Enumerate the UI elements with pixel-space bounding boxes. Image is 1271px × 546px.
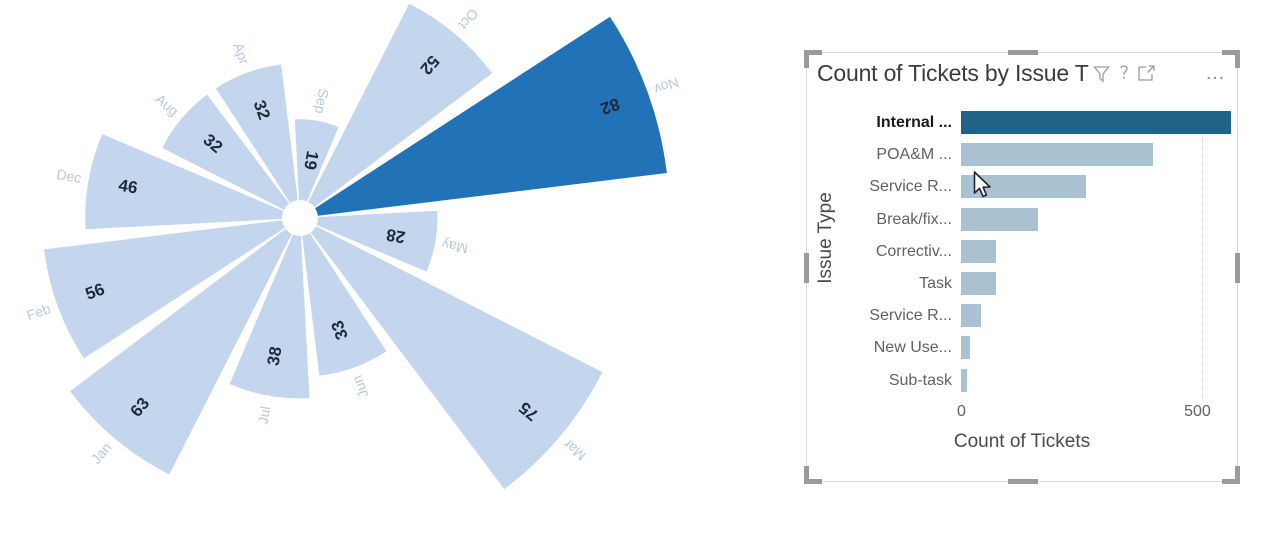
rose-sector-label: Mar bbox=[560, 436, 589, 464]
question-mark-icon[interactable] bbox=[1119, 63, 1129, 83]
bar-row[interactable]: Service R... bbox=[841, 300, 1229, 332]
resize-handle-top-right-v[interactable] bbox=[1235, 50, 1240, 68]
resize-handle-right-middle[interactable] bbox=[1235, 253, 1240, 283]
rose-sector-value: 19 bbox=[300, 149, 322, 171]
rose-chart-svg[interactable]: 82Nov52Oct19Sep32Apr32Aug46Dec56Feb63Jan… bbox=[0, 0, 760, 546]
filter-icon[interactable] bbox=[1091, 63, 1112, 84]
bar-row[interactable]: Task bbox=[841, 268, 1229, 300]
rose-sector-label: Jan bbox=[88, 439, 115, 467]
rose-sector-label: Nov bbox=[652, 74, 681, 98]
x-axis-title: Count of Tickets bbox=[953, 431, 1091, 452]
bar-category-label[interactable]: Sub-task bbox=[841, 372, 961, 390]
y-axis-title: Issue Type bbox=[813, 93, 839, 383]
bar-fill[interactable] bbox=[961, 111, 1231, 134]
bar-track bbox=[961, 139, 1229, 171]
visual-header: Count of Tickets by Issue T … bbox=[807, 53, 1237, 93]
bar-fill[interactable] bbox=[961, 368, 967, 392]
resize-handle-bottom-center[interactable] bbox=[1008, 479, 1038, 484]
bar-track bbox=[961, 204, 1229, 236]
rose-sector-label: Sep bbox=[312, 88, 332, 116]
bar-row[interactable]: Sub-task bbox=[841, 365, 1229, 397]
bar-fill[interactable] bbox=[961, 175, 1087, 199]
rose-sector-label: Oct bbox=[455, 6, 481, 33]
bar-category-label[interactable]: POA&M ... bbox=[841, 146, 961, 164]
resize-handle-top-left-v[interactable] bbox=[804, 50, 809, 68]
bar-category-label[interactable]: Correctiv... bbox=[841, 243, 961, 261]
bar-fill[interactable] bbox=[961, 271, 996, 295]
bar-track bbox=[961, 107, 1231, 139]
visual-header-icons: … bbox=[1091, 63, 1231, 84]
resize-handle-bottom-left-v[interactable] bbox=[804, 466, 809, 484]
x-axis-tick: 500 bbox=[1184, 403, 1211, 420]
rose-center-hole bbox=[282, 200, 318, 236]
resize-handle-bottom-right-v[interactable] bbox=[1235, 466, 1240, 484]
bar-row[interactable]: Service R... bbox=[841, 171, 1229, 203]
x-axis-ticks: 0 500 bbox=[841, 403, 1229, 427]
rose-sector-value: 46 bbox=[117, 176, 139, 198]
bar-row[interactable]: New Use... bbox=[841, 332, 1229, 364]
bar-row[interactable]: POA&M ... bbox=[841, 139, 1229, 171]
bar-category-label[interactable]: Service R... bbox=[841, 178, 961, 196]
rose-sector-value: 38 bbox=[264, 345, 286, 367]
bar-track bbox=[961, 332, 1229, 364]
rose-sector-label: Dec bbox=[55, 166, 82, 186]
bar-row[interactable]: Internal ... bbox=[841, 107, 1231, 139]
resize-handle-top-center[interactable] bbox=[1008, 50, 1038, 55]
bar-track bbox=[961, 268, 1229, 300]
bar-track bbox=[961, 236, 1229, 268]
more-options-icon[interactable]: … bbox=[1205, 63, 1231, 83]
bar-chart-visual-panel[interactable]: Count of Tickets by Issue T … Issue Type… bbox=[804, 50, 1240, 484]
bar-category-label[interactable]: Task bbox=[841, 275, 961, 293]
rose-sector-label: Jun bbox=[349, 373, 372, 400]
bar-row[interactable]: Correctiv... bbox=[841, 236, 1229, 268]
bar-fill[interactable] bbox=[961, 207, 1039, 231]
bar-row[interactable]: Break/fix... bbox=[841, 204, 1229, 236]
bar-track bbox=[961, 365, 1229, 397]
rose-sector-label: Aug bbox=[152, 91, 181, 119]
visual-title: Count of Tickets by Issue T bbox=[817, 59, 1089, 86]
radial-rose-chart[interactable]: 82 Nov 52 Oct 19 Sep 32 Apr 32 Aug 46 Dec 56 Feb 63 Jan… bbox=[0, 0, 760, 546]
rose-sector-value: 28 bbox=[385, 225, 407, 247]
bar-category-label[interactable]: New Use... bbox=[841, 339, 961, 357]
bar-track bbox=[961, 171, 1229, 203]
x-axis-tick: 0 bbox=[957, 403, 966, 420]
y-axis-title-label: Issue Type bbox=[815, 192, 837, 284]
bar-plot-area[interactable]: Issue Type Internal ... POA&M ... Service … bbox=[807, 93, 1237, 481]
resize-handle-left-middle[interactable] bbox=[804, 253, 809, 283]
bar-category-label[interactable]: Service R... bbox=[841, 307, 961, 325]
rose-sector-label: Feb bbox=[24, 300, 52, 323]
rose-sector-label: Jul bbox=[254, 405, 273, 425]
bar-category-label[interactable]: Break/fix... bbox=[841, 211, 961, 229]
bar-track bbox=[961, 300, 1229, 332]
bar-fill[interactable] bbox=[961, 336, 970, 360]
rose-sector-label: May bbox=[440, 236, 469, 256]
focus-mode-icon[interactable] bbox=[1136, 63, 1157, 84]
bar-fill[interactable] bbox=[961, 143, 1153, 167]
rose-sector-label: Apr bbox=[230, 41, 253, 67]
bar-fill[interactable] bbox=[961, 304, 982, 328]
bar-category-label[interactable]: Internal ... bbox=[841, 114, 961, 132]
bar-rows-container[interactable]: Internal ... POA&M ... Service R... Break/f… bbox=[841, 107, 1231, 401]
bar-fill[interactable] bbox=[961, 239, 996, 263]
